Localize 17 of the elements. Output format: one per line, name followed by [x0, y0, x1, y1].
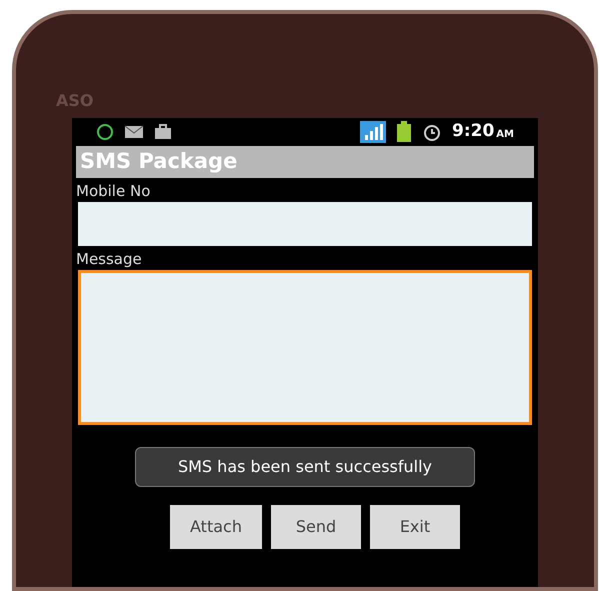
chat-icon: [96, 123, 114, 141]
signal-icon: [360, 121, 386, 143]
app-title: SMS Package: [80, 148, 238, 176]
field-label: Mobile No: [76, 182, 152, 200]
clock-ampm: AM: [496, 128, 514, 142]
action-button[interactable]: Send: [270, 505, 361, 549]
message-field[interactable]: [78, 270, 532, 425]
clock-time: 9:20: [452, 120, 494, 144]
battery-icon: [396, 121, 412, 143]
alarm-clock-icon: [422, 122, 442, 142]
action-button[interactable]: Attach: [170, 505, 262, 549]
bag-icon: [154, 124, 172, 140]
field-label: Message: [76, 250, 143, 268]
mail-icon: [124, 125, 144, 139]
toast-message: SMS has been sent successfully: [135, 447, 475, 487]
action-button[interactable]: Exit: [370, 505, 460, 549]
mobile-number-field[interactable]: [78, 202, 532, 246]
